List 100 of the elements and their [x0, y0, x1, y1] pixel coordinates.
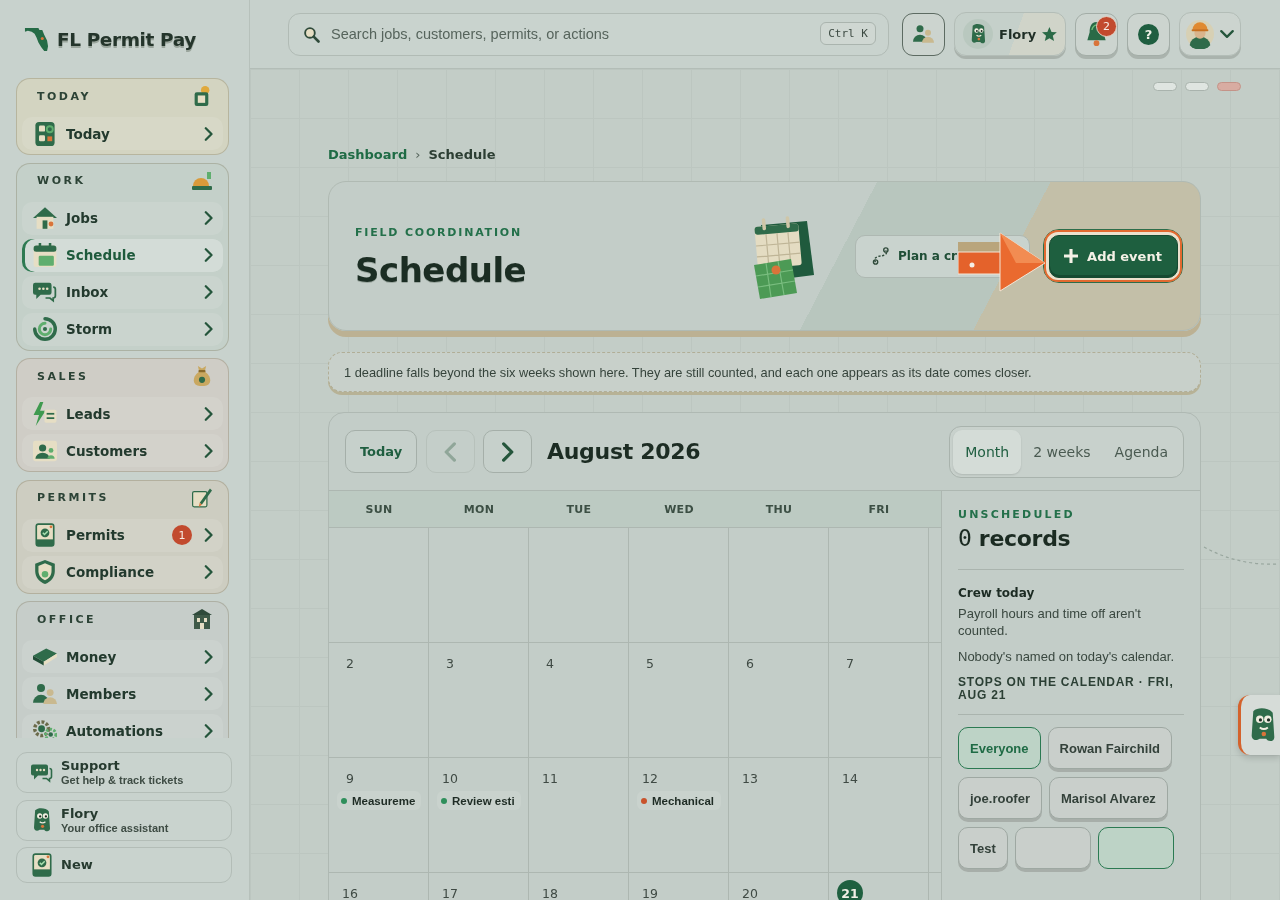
chat-icon — [33, 280, 57, 304]
hard-hat-icon — [192, 170, 212, 191]
spiral-icon — [33, 317, 57, 341]
avatar-icon — [1186, 19, 1214, 49]
month-title: August 2026 — [547, 439, 701, 464]
stops-title: STOPS ON THE CALENDAR · FRI, AUG 21 — [958, 676, 1175, 702]
route-icon — [872, 247, 889, 265]
state-map-icon — [24, 25, 49, 53]
day-number: 4 — [545, 654, 555, 673]
sidebar-link-card[interactable]: Support Get help & track tickets — [16, 752, 232, 793]
day-number: 13 — [741, 769, 759, 788]
chevron-right-icon — [204, 406, 213, 421]
day-number: 7 — [845, 654, 855, 673]
weekday-label: MON — [462, 501, 496, 518]
sidebar-item[interactable]: Permits 1 — [22, 518, 223, 552]
sidebar-item[interactable]: Jobs — [22, 201, 223, 235]
chevron-right-icon — [204, 649, 213, 664]
eyebrow-label: FIELD COORDINATION — [355, 226, 522, 240]
sidebar-item[interactable]: Storm — [22, 312, 223, 346]
chevron-right-icon — [204, 443, 213, 458]
day-number: 20 — [741, 884, 759, 900]
chevron-right-icon — [204, 211, 213, 225]
section-eyebrow: UNSCHEDULED — [958, 508, 1075, 522]
chevron-right-icon — [204, 723, 213, 738]
pen-icon — [192, 487, 212, 508]
breadcrumb-link[interactable]: Dashboard — [328, 146, 408, 162]
event-chip[interactable]: Measureme — [337, 791, 421, 810]
day-number: 19 — [641, 884, 659, 900]
lightning-icon — [33, 401, 57, 426]
empty-message: Nobody's named on today's calendar. — [958, 648, 1174, 665]
day-number: 10 — [441, 769, 459, 788]
day-number: 17 — [441, 884, 459, 900]
people-icon — [33, 681, 57, 706]
sidebar-item[interactable]: Automations — [22, 714, 223, 738]
help-button[interactable]: ? — [1127, 12, 1170, 56]
team-button[interactable] — [902, 12, 945, 56]
weekday-label: SUN — [364, 501, 394, 518]
sidebar-item[interactable]: Customers — [22, 434, 223, 467]
sidebar-item[interactable]: Money — [22, 640, 223, 673]
weekday-label: WED — [663, 501, 695, 518]
chevron-right-icon — [204, 565, 213, 579]
filter-chip[interactable]: Rowan Fairchild — [1047, 727, 1172, 769]
sidebar-item[interactable]: Members — [22, 677, 223, 710]
chevron-down-icon — [1220, 29, 1234, 39]
chevron-right-icon — [204, 686, 213, 701]
add-event-button[interactable]: Add event — [1048, 234, 1178, 278]
filter-chip[interactable]: Test — [958, 827, 1008, 869]
sidebar-item[interactable]: Leads — [22, 397, 223, 430]
record-count: 0 — [958, 525, 972, 551]
assistant-tab[interactable] — [1238, 695, 1280, 755]
page-title: Schedule — [355, 250, 527, 290]
count-badge: 1 — [172, 525, 192, 545]
day-number: 3 — [445, 654, 455, 673]
sidebar-item[interactable]: Compliance — [22, 555, 223, 589]
day-number: 9 — [345, 769, 355, 788]
filter-chip[interactable] — [1097, 827, 1174, 869]
day-number: 16 — [341, 884, 359, 900]
section-title: PERMITS — [37, 491, 109, 504]
chevron-right-icon — [204, 285, 213, 299]
sidebar-item[interactable]: Schedule — [22, 238, 223, 272]
event-chip[interactable]: Mechanical — [637, 791, 721, 810]
chevron-right-icon — [204, 528, 213, 542]
view-tab[interactable]: 2 weeks — [1021, 429, 1103, 474]
filter-chip[interactable]: joe.roofer — [958, 777, 1042, 819]
chevron-right-icon — [204, 248, 213, 262]
chevron-left-icon — [444, 441, 457, 462]
day-number: 14 — [841, 769, 859, 788]
sidebar-item[interactable]: Today — [22, 117, 223, 150]
chevron-right-icon — [204, 322, 213, 336]
search-icon — [304, 26, 320, 43]
filter-chip[interactable]: Marisol Alvarez — [1048, 777, 1168, 819]
chevron-right-icon — [204, 126, 213, 141]
day-number: 21 — [837, 880, 863, 900]
building-icon — [192, 609, 212, 629]
shield-icon — [33, 560, 57, 584]
day-number: 18 — [541, 884, 559, 900]
view-tab[interactable]: Agenda — [1102, 429, 1180, 474]
view-tab[interactable]: Month — [953, 429, 1022, 474]
assistant-button[interactable]: Flory — [954, 12, 1066, 56]
today-button[interactable]: Today — [345, 430, 417, 473]
count-badge: 2 — [1096, 15, 1117, 37]
weekday-label: TUE — [565, 501, 593, 518]
section-title: WORK — [37, 174, 86, 187]
mascot-icon — [1250, 708, 1275, 742]
contact-card-icon — [33, 438, 57, 463]
sidebar-link-card[interactable]: Flory Your office assistant — [16, 799, 232, 841]
section-title: TODAY — [37, 89, 91, 103]
mascot-icon — [963, 19, 993, 49]
shortcut-key: Ctrl K — [820, 21, 876, 45]
weekday-label: THU — [764, 501, 794, 518]
sidebar-item[interactable]: Inbox — [22, 275, 223, 309]
profile-menu-button[interactable] — [1179, 12, 1241, 56]
filter-chip[interactable]: Everyone — [958, 727, 1041, 769]
sidebar-link-card[interactable]: New — [16, 847, 232, 883]
next-month-button[interactable] — [483, 430, 532, 473]
people-icon — [913, 25, 934, 43]
star-icon — [1042, 26, 1057, 42]
event-chip[interactable]: Review esti — [437, 791, 521, 810]
notifications-button[interactable]: 2 — [1075, 12, 1118, 56]
weekday-label: FRI — [867, 501, 891, 518]
